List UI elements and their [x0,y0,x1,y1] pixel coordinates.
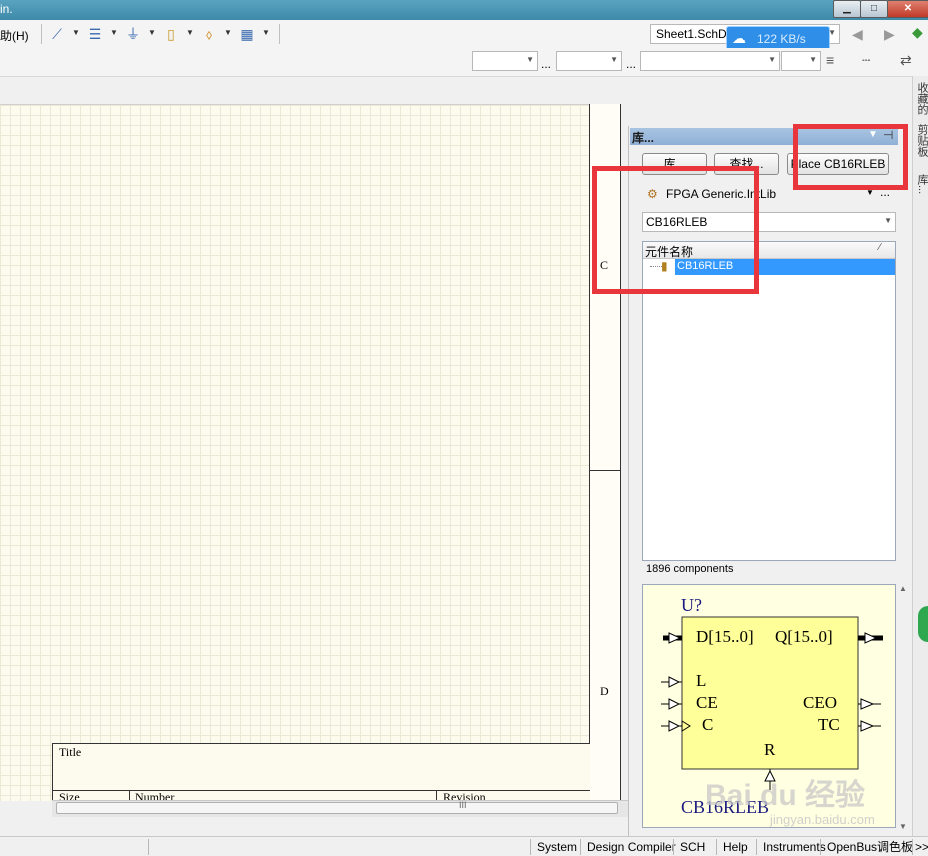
watermark: Bai du 经验 [705,779,866,812]
status-separator [148,839,149,855]
chevron-down-icon: ▼ [768,55,776,64]
pin-label-tc: TC [818,715,840,734]
chevron-down-icon[interactable]: ▼ [110,28,118,37]
horizontal-scroll-thumb[interactable]: III [56,800,618,814]
chevron-down-icon: ▼ [610,55,618,64]
status-help[interactable]: Help [716,839,754,855]
watermark-url: jingyan.baidu.com [770,812,875,827]
pin-label-ceo: CEO [803,693,837,712]
chevron-down-icon: ▼ [884,216,892,225]
document-tab-label: Sheet1.SchD [656,27,727,41]
component-icon[interactable]: ◆ [912,24,923,41]
scroll-up-icon[interactable]: ▲ [899,584,907,593]
tab-favorites[interactable]: 收藏的 [914,82,928,115]
title-block-title: Title [59,745,82,759]
schematic-sheet[interactable] [0,104,589,801]
pin-label-q: Q[15..0] [775,627,833,646]
status-system[interactable]: System [530,839,583,855]
power-port-icon[interactable]: ⏚ [124,26,142,42]
floating-assistant-icon[interactable] [918,606,928,642]
toolbar-separator [279,24,280,44]
pin-label-d: D[15..0] [696,627,754,646]
chevron-down-icon: ▼ [809,55,817,64]
symbol-designator: U? [681,595,702,615]
menu-help[interactable]: 助(H) [0,27,29,44]
chevron-down-icon[interactable]: ▼ [186,28,194,37]
width-combo[interactable]: ▼ [781,51,821,71]
cloud-icon: ☁ [732,30,746,46]
scroll-grip: III [459,800,467,810]
title-block: Title Size Number Revision [52,743,590,804]
title-bar: in. ▁ □ ✕ [0,0,928,20]
pin-label-ce: CE [696,693,718,712]
pin-label-r: R [764,740,776,759]
swap-icon[interactable]: ⇄ [900,52,912,69]
minimize-button[interactable]: ▁ [833,0,861,18]
back-icon[interactable]: ◀ [852,26,863,43]
side-panel-tabs: 收藏的 剪贴板 库... [912,76,928,836]
scroll-down-icon[interactable]: ▼ [899,822,907,831]
title-block-divider [53,790,590,791]
ellipsis: ... [626,57,637,71]
status-design-compiler[interactable]: Design Compiler [580,839,682,855]
highlight-box-place-button [793,124,908,190]
chevron-down-icon[interactable]: ▼ [224,28,232,37]
maximize-button[interactable]: □ [860,0,888,18]
align-icon[interactable]: ≡ [826,52,834,68]
highlight-box-component [592,166,759,294]
status-more[interactable]: >> [912,839,928,855]
style-combo[interactable]: ▼ [640,51,780,71]
size-combo[interactable]: ▼ [556,51,622,71]
tab-clipboard[interactable]: 剪贴板 [914,124,928,157]
chevron-down-icon: ▼ [526,55,534,64]
network-speed: 122 KB/s [757,32,806,46]
chevron-down-icon[interactable]: ▼ [72,28,80,37]
close-button[interactable]: ✕ [887,0,928,18]
window-title: in. [0,2,13,16]
pin-label-l: L [696,671,707,690]
status-sch[interactable]: SCH [673,839,711,855]
font-combo[interactable]: ▼ [472,51,538,71]
library-panel-title: 库... [632,131,655,145]
sort-icon[interactable]: ∕ [879,242,881,253]
pin-icon[interactable]: ▯ [162,26,180,42]
chevron-down-icon[interactable]: ▼ [262,28,270,37]
tab-libraries[interactable]: 库... [914,174,928,194]
component-count: 1896 components [646,563,734,575]
forward-icon[interactable]: ▶ [884,26,895,43]
status-openbus[interactable]: OpenBus调色板 [820,839,919,855]
line-style-icon[interactable]: ┄ [862,52,870,69]
toolbar-separator [41,24,42,44]
grid-icon[interactable]: ▦ [238,26,256,42]
zone-divider [589,470,620,471]
bus-icon[interactable]: ☰ [86,26,104,42]
port-icon[interactable]: ⬨ [200,26,218,42]
chevron-down-icon[interactable]: ▼ [148,28,156,37]
pin-label-c: C [702,715,714,734]
wire-icon[interactable]: ⟋ [48,26,66,42]
zone-label-d: D [600,684,609,698]
ellipsis: ... [541,57,552,71]
